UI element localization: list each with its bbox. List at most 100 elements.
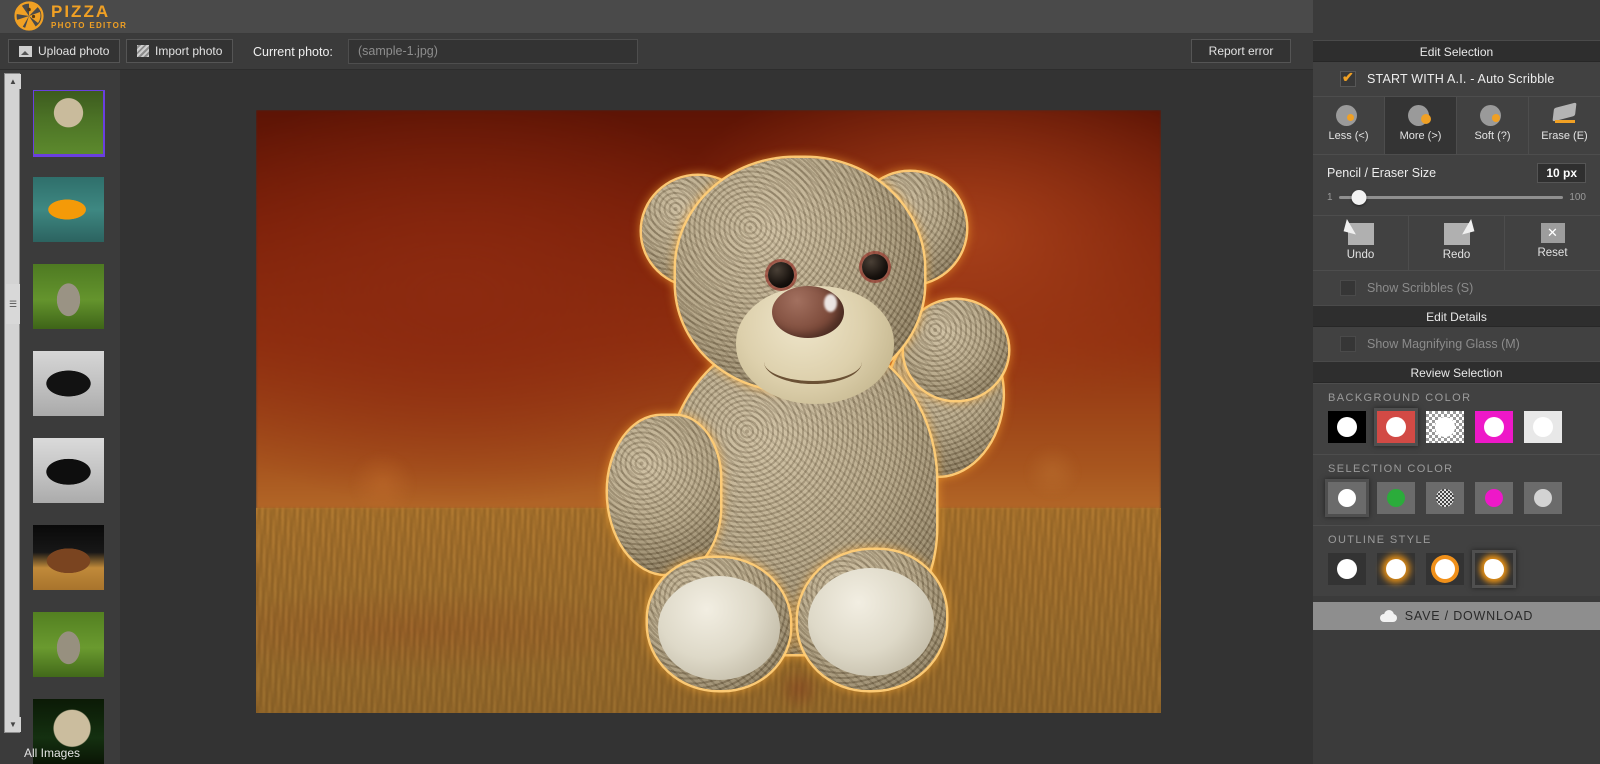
selection-swatch-green[interactable] — [1377, 482, 1415, 514]
show-scribbles-checkbox[interactable] — [1340, 280, 1356, 296]
selection-swatch-row — [1313, 482, 1600, 514]
selection-swatch-magenta[interactable] — [1475, 482, 1513, 514]
teddy-bear-subject — [586, 158, 1036, 713]
swatch-dot — [1484, 559, 1504, 579]
show-scribbles-row[interactable]: Show Scribbles (S) — [1313, 270, 1600, 305]
swatch-dot — [1337, 417, 1357, 437]
thumbnail-black-wallet-1[interactable] — [33, 351, 104, 416]
save-download-label: SAVE / DOWNLOAD — [1404, 609, 1534, 623]
outline-swatch-hard-orange-ring[interactable] — [1426, 553, 1464, 585]
auto-scribble-row[interactable]: START WITH A.I. - Auto Scribble — [1313, 62, 1600, 96]
scribble-tool-row: Less (<) More (>) Soft (?) Erase (E) — [1313, 96, 1600, 154]
reset-icon: ✕ — [1540, 223, 1565, 243]
app-logo[interactable]: PIZZA PHOTO EDITOR — [14, 1, 127, 31]
upload-photo-label: Upload photo — [38, 44, 110, 58]
outline-swatch-plain-white[interactable] — [1328, 553, 1366, 585]
tool-pencil-more[interactable]: More (>) — [1385, 97, 1457, 154]
upload-photo-button[interactable]: Upload photo — [8, 39, 121, 63]
outline-swatch-soft-orange-glow[interactable] — [1377, 553, 1415, 585]
outline-swatch-row — [1313, 553, 1600, 585]
pencil-more-icon — [1407, 103, 1435, 127]
pizza-slice-icon — [14, 1, 44, 31]
scrollbar-thumb[interactable]: ☰ — [6, 284, 20, 324]
swatch-dot — [1485, 489, 1503, 507]
background-color-title: BACKGROUND COLOR — [1328, 392, 1472, 404]
swatch-dot — [1387, 489, 1405, 507]
background-swatch-transparent-light[interactable] — [1524, 411, 1562, 443]
swatch-dot — [1386, 417, 1406, 437]
redo-button[interactable]: Redo — [1409, 216, 1505, 270]
report-error-button[interactable]: Report error — [1191, 39, 1291, 63]
all-images-link[interactable]: All Images — [24, 746, 80, 760]
thumbnail-owl-grass[interactable] — [33, 264, 104, 329]
edit-selection-header: Edit Selection — [1313, 40, 1600, 62]
undo-button[interactable]: Undo — [1313, 216, 1409, 270]
background-color-group: BACKGROUND COLOR — [1313, 383, 1600, 454]
swatch-dot — [1484, 417, 1504, 437]
selection-color-title: SELECTION COLOR — [1328, 463, 1454, 475]
history-row: Undo Redo ✕ Reset — [1313, 215, 1600, 270]
tool-eraser[interactable]: Erase (E) — [1529, 97, 1600, 154]
pencil-soft-icon — [1479, 103, 1507, 127]
tool-pencil-less[interactable]: Less (<) — [1313, 97, 1385, 154]
swatch-dot — [1436, 489, 1454, 507]
show-magnifier-row[interactable]: Show Magnifying Glass (M) — [1313, 327, 1600, 361]
thumbnail-black-wallet-2[interactable] — [33, 438, 104, 503]
swatch-dot — [1435, 559, 1455, 579]
swatch-dot — [1337, 559, 1357, 579]
brush-size-value[interactable]: 10 px — [1537, 163, 1586, 183]
thumbnail-owl-grass-2[interactable] — [33, 612, 104, 677]
thumbnail-scrollbar[interactable]: ▲ ☰ ▼ — [4, 73, 21, 733]
show-scribbles-label: Show Scribbles (S) — [1367, 281, 1474, 295]
thumbnail-teddy-bear-grass[interactable] — [33, 90, 105, 157]
scroll-up-icon[interactable]: ▲ — [5, 74, 21, 89]
pencil-less-icon — [1335, 103, 1363, 127]
selection-swatch-light-checker[interactable] — [1524, 482, 1562, 514]
auto-scribble-label: START WITH A.I. - Auto Scribble — [1367, 72, 1555, 86]
background-swatch-transparent-dark[interactable] — [1426, 411, 1464, 443]
background-swatch-row — [1313, 411, 1600, 443]
thumbnail-sidebar: ▲ ☰ ▼ All Images — [0, 70, 120, 764]
logo-subtitle: PHOTO EDITOR — [51, 20, 128, 30]
auto-scribble-checkbox[interactable] — [1340, 69, 1356, 87]
scroll-down-icon[interactable]: ▼ — [5, 717, 21, 732]
outline-swatch-rough-orange-glow[interactable] — [1475, 553, 1513, 585]
current-photo-input[interactable]: (sample-1.jpg) — [348, 39, 638, 64]
swatch-dot — [1338, 489, 1356, 507]
import-icon — [137, 45, 149, 57]
review-selection-header: Review Selection — [1313, 361, 1600, 383]
tool-label: Less (<) — [1328, 130, 1369, 142]
button-label: Undo — [1346, 249, 1375, 261]
show-magnifier-checkbox[interactable] — [1340, 336, 1356, 352]
thumbnail-list — [33, 90, 105, 764]
save-download-button[interactable]: SAVE / DOWNLOAD — [1313, 602, 1600, 630]
action-bar: Upload photo Import photo Current photo:… — [0, 34, 1313, 70]
photo-canvas[interactable] — [256, 110, 1161, 713]
button-label: Reset — [1537, 247, 1568, 259]
slider-handle[interactable] — [1351, 190, 1367, 205]
brush-size-slider[interactable] — [1338, 190, 1564, 205]
edit-panel: Edit Selection START WITH A.I. - Auto Sc… — [1313, 0, 1600, 764]
image-icon — [19, 45, 32, 57]
undo-icon — [1347, 223, 1374, 245]
background-swatch-magenta[interactable] — [1475, 411, 1513, 443]
tool-label: Soft (?) — [1474, 130, 1511, 142]
selection-swatch-white[interactable] — [1328, 482, 1366, 514]
background-swatch-red[interactable] — [1377, 411, 1415, 443]
thumbnail-goldfish[interactable] — [33, 177, 104, 242]
canvas-area[interactable] — [120, 70, 1313, 764]
current-photo-label: Current photo: — [253, 45, 333, 59]
outline-style-group: OUTLINE STYLE — [1313, 525, 1600, 596]
cloud-download-icon — [1379, 610, 1397, 622]
slider-max-label: 100 — [1569, 192, 1586, 203]
edit-details-header: Edit Details — [1313, 305, 1600, 327]
brush-size-block: Pencil / Eraser Size 10 px 1 100 — [1313, 154, 1600, 215]
background-swatch-black[interactable] — [1328, 411, 1366, 443]
reset-button[interactable]: ✕ Reset — [1505, 216, 1600, 270]
selection-color-group: SELECTION COLOR — [1313, 454, 1600, 525]
tool-pencil-soft[interactable]: Soft (?) — [1457, 97, 1529, 154]
thumbnail-brown-shoe[interactable] — [33, 525, 104, 590]
import-photo-button[interactable]: Import photo — [126, 39, 234, 63]
selection-swatch-checker[interactable] — [1426, 482, 1464, 514]
logo-title: PIZZA — [51, 1, 111, 21]
